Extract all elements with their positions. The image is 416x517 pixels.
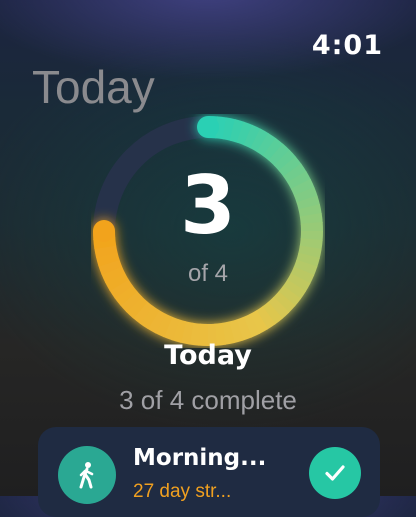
habit-complete-button[interactable] [309,447,361,499]
summary-subtitle: 3 of 4 complete [0,385,416,416]
progress-ring-arc-segment [224,128,233,130]
progress-ring-arc-segment [268,310,275,316]
progress-ring-arc-segment [105,246,107,255]
progress-ring-arc-segment [153,319,161,324]
progress-ring-arc-segment [240,132,249,135]
progress-ring-start-cap [197,116,219,138]
completed-count: 3 [91,166,325,246]
progress-ring-arc-segment [223,332,232,334]
progress-ring-arc-segment [239,327,248,330]
progress-ring-arc-segment [231,330,240,332]
page-title: Today [32,60,155,114]
progress-ring-arc-segment [183,332,192,334]
progress-ring-arc-segment [276,152,283,158]
checkmark-icon [322,460,348,486]
progress-ring-arc-segment [247,324,255,328]
progress-ring-arc-segment [309,247,311,256]
progress-ring-arc-segment [175,330,184,333]
progress-ring-arc-segment [248,135,256,139]
progress-ring-arc-segment [254,320,262,324]
progress-ring-arc-segment [281,299,287,306]
progress-ring-arc-segment [232,130,241,133]
progress-ring-arc-segment [160,323,168,327]
progress-ring-arc-segment [286,292,292,299]
progress-ring-arc-segment [134,304,141,310]
habit-name: Morning... [133,445,266,471]
progress-ring-arc-segment [215,334,224,335]
progress-ring-arc-segment [282,157,288,164]
walking-person-icon [58,446,116,504]
progress-ring-arc-segment [262,142,270,147]
progress-ring-arc-segment [269,147,276,153]
progress-ring-arc-segment [255,138,263,143]
summary-title: Today [0,340,416,371]
progress-ring-arc-segment [128,298,134,305]
progress-ring-arc-segment [261,315,269,320]
habit-streak: 27 day str... [133,481,231,503]
progress-ring: 3 of 4 [91,114,325,348]
progress-ring-arc-segment [191,334,200,335]
habit-card[interactable]: Morning... 27 day str... [38,427,380,517]
progress-ring-arc-segment [140,309,147,315]
progress-ring-arc-segment [146,314,154,319]
total-count-label: of 4 [91,260,325,288]
status-bar-time: 4:01 [312,30,383,61]
progress-ring-arc-segment [167,327,176,330]
progress-ring-arc-segment [275,305,282,311]
progress-ring-arc-segment [123,291,129,298]
